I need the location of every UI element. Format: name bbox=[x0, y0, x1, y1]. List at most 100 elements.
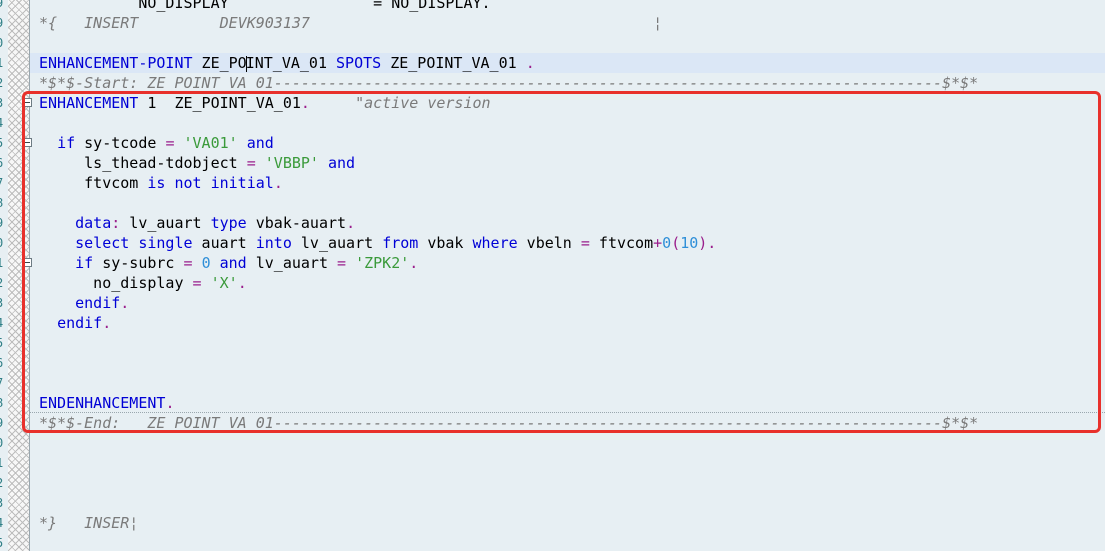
line-number: 7 bbox=[0, 373, 3, 393]
collapse-toggle-icon[interactable] bbox=[23, 258, 32, 267]
code-token: ENHANCEMENT bbox=[39, 94, 139, 112]
line-number: 1 bbox=[0, 53, 3, 73]
line-number: 9 bbox=[0, 413, 3, 433]
code-area[interactable]: NO_DISPLAY = NO_DISPLAY. *{ INSERT DEVK90… bbox=[23, 0, 1105, 551]
code-token: 0 bbox=[662, 234, 672, 252]
code-token: ENHANCEMENT-POINT bbox=[39, 54, 193, 72]
code-token: into bbox=[255, 234, 292, 252]
line-number: 3 bbox=[0, 493, 3, 513]
code-line[interactable]: ENHANCEMENT 1 ZE_POINT_VA_01. "active ve… bbox=[23, 93, 1105, 113]
code-token: from bbox=[382, 234, 419, 252]
code-token: . bbox=[237, 274, 247, 292]
code-token: ls_thead-tdobject bbox=[39, 154, 247, 172]
abap-code-editor[interactable]: 9901234567890123456789012345 NO_DISPLAY … bbox=[0, 0, 1105, 551]
code-token: *} INSER¦ bbox=[39, 514, 139, 532]
code-line[interactable]: ENHANCEMENT-POINT ZE_POINT_VA_01 SPOTS Z… bbox=[30, 53, 1105, 73]
code-line[interactable]: endif. bbox=[30, 293, 1105, 313]
code-line[interactable] bbox=[30, 193, 1105, 213]
code-line[interactable] bbox=[30, 453, 1105, 473]
code-token: and bbox=[328, 154, 356, 172]
line-number: 7 bbox=[0, 173, 3, 193]
code-line[interactable]: *$*$-End: ZE_POINT_VA_01----------------… bbox=[30, 413, 1105, 433]
code-line[interactable]: no_display = 'X'. bbox=[30, 273, 1105, 293]
line-number: 0 bbox=[0, 33, 3, 53]
code-line[interactable]: if sy-tcode = 'VA01' and bbox=[23, 133, 1105, 153]
code-line[interactable] bbox=[30, 333, 1105, 353]
collapse-toggle-icon[interactable] bbox=[23, 138, 32, 147]
code-token: 1 ZE_POINT_VA_01 bbox=[138, 94, 301, 112]
code-line[interactable]: ENDENHANCEMENT. bbox=[30, 393, 1105, 413]
code-token: endif bbox=[75, 294, 121, 312]
code-token: = bbox=[192, 274, 202, 292]
code-line[interactable] bbox=[30, 433, 1105, 453]
code-line[interactable] bbox=[30, 533, 1105, 551]
code-token: + bbox=[653, 234, 663, 252]
code-token: vbeln bbox=[517, 234, 581, 252]
breakpoint-gutter[interactable] bbox=[8, 0, 30, 551]
code-token: *$*$-End: ZE_POINT_VA_01----------------… bbox=[39, 414, 979, 432]
code-token: if bbox=[57, 134, 76, 152]
code-token: where bbox=[472, 234, 518, 252]
code-token: . bbox=[120, 294, 130, 312]
code-line[interactable] bbox=[30, 113, 1105, 133]
code-token: type bbox=[210, 214, 247, 232]
code-token: vbak bbox=[418, 234, 473, 252]
line-number: 5 bbox=[0, 533, 3, 551]
code-token: vbak-auart bbox=[246, 214, 347, 232]
code-token: select single bbox=[75, 234, 193, 252]
code-line[interactable]: endif. bbox=[30, 313, 1105, 333]
code-line[interactable] bbox=[30, 473, 1105, 493]
code-line[interactable]: select single auart into lv_auart from v… bbox=[30, 233, 1105, 253]
code-line[interactable]: *{ INSERT DEVK903137 ¦ bbox=[30, 13, 1105, 33]
line-number: 2 bbox=[0, 273, 3, 293]
code-token: . bbox=[409, 254, 419, 272]
line-number: 5 bbox=[0, 133, 3, 153]
code-line[interactable]: *} INSER¦ bbox=[30, 513, 1105, 533]
code-line[interactable]: data: lv_auart type vbak-auart. bbox=[30, 213, 1105, 233]
code-line[interactable]: ls_thead-tdobject = 'VBBP' and bbox=[30, 153, 1105, 173]
line-number: 2 bbox=[0, 73, 3, 93]
code-token: . bbox=[273, 174, 283, 192]
code-token: SPOTS bbox=[336, 54, 382, 72]
code-token: 'ZPK2' bbox=[355, 254, 410, 272]
code-line[interactable] bbox=[30, 493, 1105, 513]
code-token: 'VBBP' bbox=[264, 154, 319, 172]
line-number: 2 bbox=[0, 473, 3, 493]
line-number: 6 bbox=[0, 153, 3, 173]
code-token: = bbox=[580, 234, 590, 252]
line-number: 3 bbox=[0, 293, 3, 313]
collapse-toggle-icon[interactable] bbox=[23, 98, 32, 107]
line-number-gutter: 9901234567890123456789012345 bbox=[0, 0, 8, 551]
code-token: no_display bbox=[39, 274, 193, 292]
code-token: 10 bbox=[680, 234, 699, 252]
code-line[interactable] bbox=[30, 373, 1105, 393]
code-line[interactable]: NO_DISPLAY = NO_DISPLAY. bbox=[30, 0, 1105, 13]
code-token: 0 bbox=[201, 254, 211, 272]
code-token: lv_auart bbox=[246, 254, 338, 272]
line-number: 9 bbox=[0, 0, 3, 13]
code-token: and bbox=[219, 254, 247, 272]
code-token: . bbox=[165, 394, 175, 412]
code-token: ZE_POINT_VA_01 bbox=[381, 54, 526, 72]
line-number: 1 bbox=[0, 453, 3, 473]
code-line[interactable] bbox=[30, 353, 1105, 373]
code-token: NO_DISPLAY = NO_DISPLAY. bbox=[39, 0, 491, 12]
code-line[interactable]: if sy-subrc = 0 and lv_auart = 'ZPK2'. bbox=[23, 253, 1105, 273]
code-token: ftvcom bbox=[39, 174, 148, 192]
code-token: lv_auart bbox=[291, 234, 383, 252]
code-token: lv_auart bbox=[120, 214, 211, 232]
code-token: = bbox=[183, 254, 193, 272]
code-token: . bbox=[300, 94, 310, 112]
code-line[interactable]: ftvcom is not initial. bbox=[30, 173, 1105, 193]
code-token: is not initial bbox=[147, 174, 274, 192]
code-line[interactable] bbox=[30, 33, 1105, 53]
line-number: 3 bbox=[0, 93, 3, 113]
code-line[interactable]: *$*$-Start: ZE_POINT_VA_01--------------… bbox=[30, 73, 1105, 93]
